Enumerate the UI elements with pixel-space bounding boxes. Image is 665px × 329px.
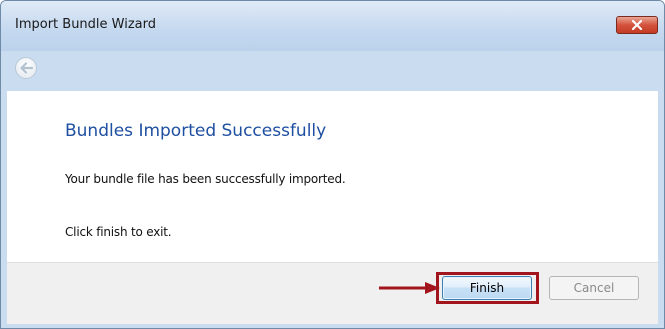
cancel-button[interactable]: Cancel [549,276,639,300]
close-icon [631,20,643,30]
page-heading: Bundles Imported Successfully [65,121,327,141]
success-message: Your bundle file has been successfully i… [65,172,346,186]
title-bar: Import Bundle Wizard [1,1,664,51]
wizard-content: Bundles Imported Successfully Your bundl… [7,91,658,262]
wizard-window: Import Bundle Wizard Bundles Imported Su… [0,0,665,329]
window-title: Import Bundle Wizard [15,17,157,32]
back-button[interactable] [15,57,37,79]
close-button[interactable] [616,16,658,34]
exit-instruction: Click finish to exit. [65,225,172,239]
wizard-footer: Finish Cancel [7,262,658,324]
arrow-right-icon [379,282,440,294]
back-arrow-icon [20,62,33,74]
finish-button[interactable]: Finish [442,276,532,300]
